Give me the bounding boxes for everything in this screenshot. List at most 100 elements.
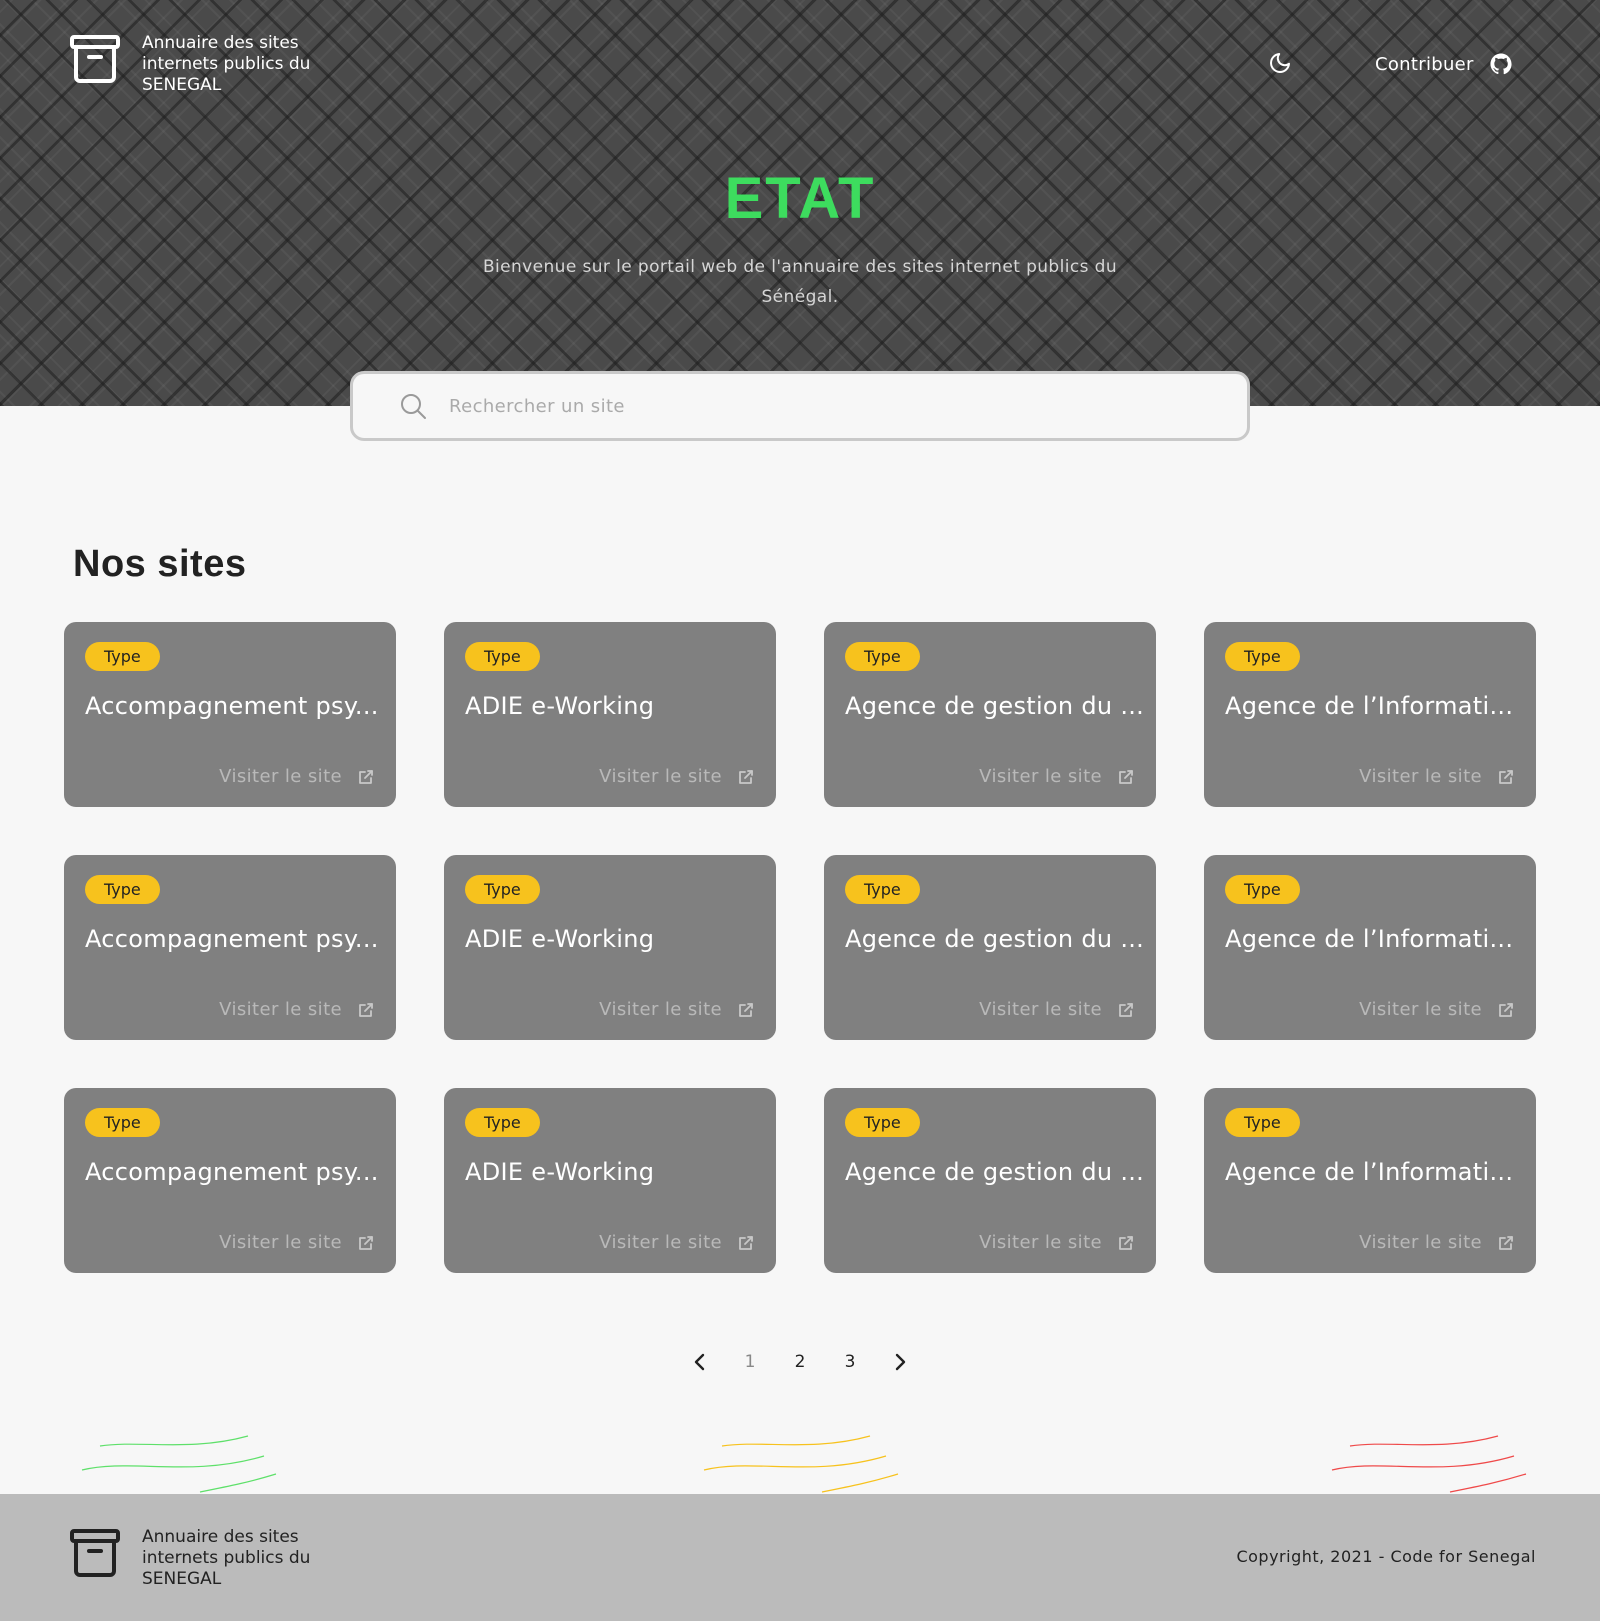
moon-icon: [1270, 53, 1290, 73]
external-link-icon: [1499, 1235, 1513, 1250]
footer: Annuaire des sites internets publics du …: [0, 1494, 1600, 1621]
type-badge: Type: [85, 642, 160, 671]
type-badge: Type: [845, 1108, 920, 1137]
type-badge: Type: [1225, 875, 1300, 904]
visit-site-link[interactable]: Visiter le site: [979, 1232, 1134, 1253]
site-card[interactable]: Type Agence de gestion du ... Visiter le s…: [824, 855, 1156, 1040]
type-badge: Type: [85, 1108, 160, 1137]
site-title: ADIE e-Working: [465, 692, 655, 720]
pagination-next-button[interactable]: [888, 1350, 912, 1374]
visit-site-label: Visiter le site: [979, 1232, 1102, 1253]
visit-site-link[interactable]: Visiter le site: [219, 766, 374, 787]
visit-site-label: Visiter le site: [1359, 999, 1482, 1020]
type-badge: Type: [1225, 642, 1300, 671]
pagination-page-2[interactable]: 2: [775, 1352, 825, 1372]
search-input[interactable]: [449, 395, 1149, 417]
visit-site-label: Visiter le site: [599, 999, 722, 1020]
copyright-text: Copyright, 2021 - Code for Senegal: [1236, 1547, 1536, 1566]
footer-brand-title: Annuaire des sites internets publics du …: [142, 1527, 311, 1589]
contribute-label: Contribuer: [1375, 53, 1474, 75]
visit-site-label: Visiter le site: [979, 999, 1102, 1020]
site-title: Accompagnement psy...: [85, 925, 379, 953]
site-title: Agence de gestion du ...: [845, 925, 1145, 953]
visit-site-label: Visiter le site: [599, 766, 722, 787]
external-link-icon: [739, 1002, 753, 1017]
header-brand[interactable]: Annuaire des sites internets publics du …: [68, 33, 342, 96]
visit-site-label: Visiter le site: [219, 766, 342, 787]
site-title: Agence de l’Informati...: [1225, 925, 1514, 953]
type-badge: Type: [845, 642, 920, 671]
site-title: Agence de gestion du ...: [845, 692, 1145, 720]
search-bar: [350, 371, 1250, 441]
decorative-wave-yellow: [703, 1435, 899, 1493]
site-title: ADIE e-Working: [465, 925, 655, 953]
site-title: Accompagnement psy...: [85, 1158, 379, 1186]
site-card[interactable]: Type Accompagnement psy... Visiter le site: [64, 622, 396, 807]
chevron-right-icon: [895, 1353, 906, 1371]
visit-site-link[interactable]: Visiter le site: [599, 999, 754, 1020]
external-link-icon: [1499, 769, 1513, 784]
visit-site-link[interactable]: Visiter le site: [219, 1232, 374, 1253]
site-title: Agence de l’Informati...: [1225, 692, 1514, 720]
brand-title: Annuaire des sites internets publics du …: [142, 33, 311, 95]
hero-banner: Annuaire des sites internets publics du …: [0, 0, 1600, 406]
github-icon: [1490, 53, 1512, 75]
external-link-icon: [359, 1235, 373, 1250]
external-link-icon: [1499, 1002, 1513, 1017]
visit-site-label: Visiter le site: [599, 1232, 722, 1253]
site-card[interactable]: Type Agence de gestion du ... Visiter le s…: [824, 622, 1156, 807]
visit-site-link[interactable]: Visiter le site: [599, 766, 754, 787]
visit-site-link[interactable]: Visiter le site: [1359, 1232, 1514, 1253]
pagination-page-1[interactable]: 1: [725, 1352, 775, 1372]
site-title: Accompagnement psy...: [85, 692, 379, 720]
visit-site-label: Visiter le site: [979, 766, 1102, 787]
site-card[interactable]: Type Accompagnement psy... Visiter le site: [64, 1088, 396, 1273]
archive-box-icon: [70, 1529, 120, 1577]
site-title: Agence de gestion du ...: [845, 1158, 1145, 1186]
search-icon: [401, 394, 426, 419]
site-title: Agence de l’Informati...: [1225, 1158, 1514, 1186]
site-card[interactable]: Type Agence de l’Informati... Visiter le s…: [1204, 1088, 1536, 1273]
type-badge: Type: [1225, 1108, 1300, 1137]
pagination-page-3[interactable]: 3: [825, 1352, 875, 1372]
hero-subtitle: Bienvenue sur le portail web de l'annuai…: [482, 257, 1118, 307]
archive-box-icon: [70, 35, 120, 83]
site-title: ADIE e-Working: [465, 1158, 655, 1186]
site-card[interactable]: Type ADIE e-Working Visiter le site: [444, 855, 776, 1040]
site-card[interactable]: Type Agence de gestion du ... Visiter le s…: [824, 1088, 1156, 1273]
type-badge: Type: [465, 642, 540, 671]
external-link-icon: [739, 1235, 753, 1250]
type-badge: Type: [845, 875, 920, 904]
chevron-left-icon: [694, 1353, 705, 1371]
visit-site-label: Visiter le site: [219, 1232, 342, 1253]
visit-site-link[interactable]: Visiter le site: [219, 999, 374, 1020]
external-link-icon: [359, 769, 373, 784]
site-card[interactable]: Type ADIE e-Working Visiter le site: [444, 1088, 776, 1273]
external-link-icon: [739, 769, 753, 784]
site-card[interactable]: Type ADIE e-Working Visiter le site: [444, 622, 776, 807]
decorative-wave-red: [1331, 1435, 1527, 1493]
page-title: ETAT: [724, 166, 876, 231]
visit-site-link[interactable]: Visiter le site: [979, 999, 1134, 1020]
site-card[interactable]: Type Agence de l’Informati... Visiter le s…: [1204, 622, 1536, 807]
visit-site-link[interactable]: Visiter le site: [599, 1232, 754, 1253]
external-link-icon: [1119, 1235, 1133, 1250]
pagination: 1 2 3: [688, 1347, 912, 1377]
type-badge: Type: [465, 1108, 540, 1137]
type-badge: Type: [465, 875, 540, 904]
type-badge: Type: [85, 875, 160, 904]
site-card[interactable]: Type Agence de l’Informati... Visiter le s…: [1204, 855, 1536, 1040]
sites-heading: Nos sites: [73, 543, 247, 585]
external-link-icon: [1119, 1002, 1133, 1017]
visit-site-link[interactable]: Visiter le site: [1359, 766, 1514, 787]
pagination-prev-button[interactable]: [688, 1350, 712, 1374]
visit-site-label: Visiter le site: [1359, 1232, 1482, 1253]
visit-site-link[interactable]: Visiter le site: [979, 766, 1134, 787]
theme-toggle-button[interactable]: [1266, 49, 1294, 77]
site-card[interactable]: Type Accompagnement psy... Visiter le site: [64, 855, 396, 1040]
sites-grid: Type Accompagnement psy... Visiter le site…: [64, 622, 1538, 1273]
contribute-link[interactable]: Contribuer: [1375, 48, 1512, 80]
footer-brand[interactable]: Annuaire des sites internets publics du …: [68, 1527, 342, 1590]
external-link-icon: [1119, 769, 1133, 784]
visit-site-link[interactable]: Visiter le site: [1359, 999, 1514, 1020]
